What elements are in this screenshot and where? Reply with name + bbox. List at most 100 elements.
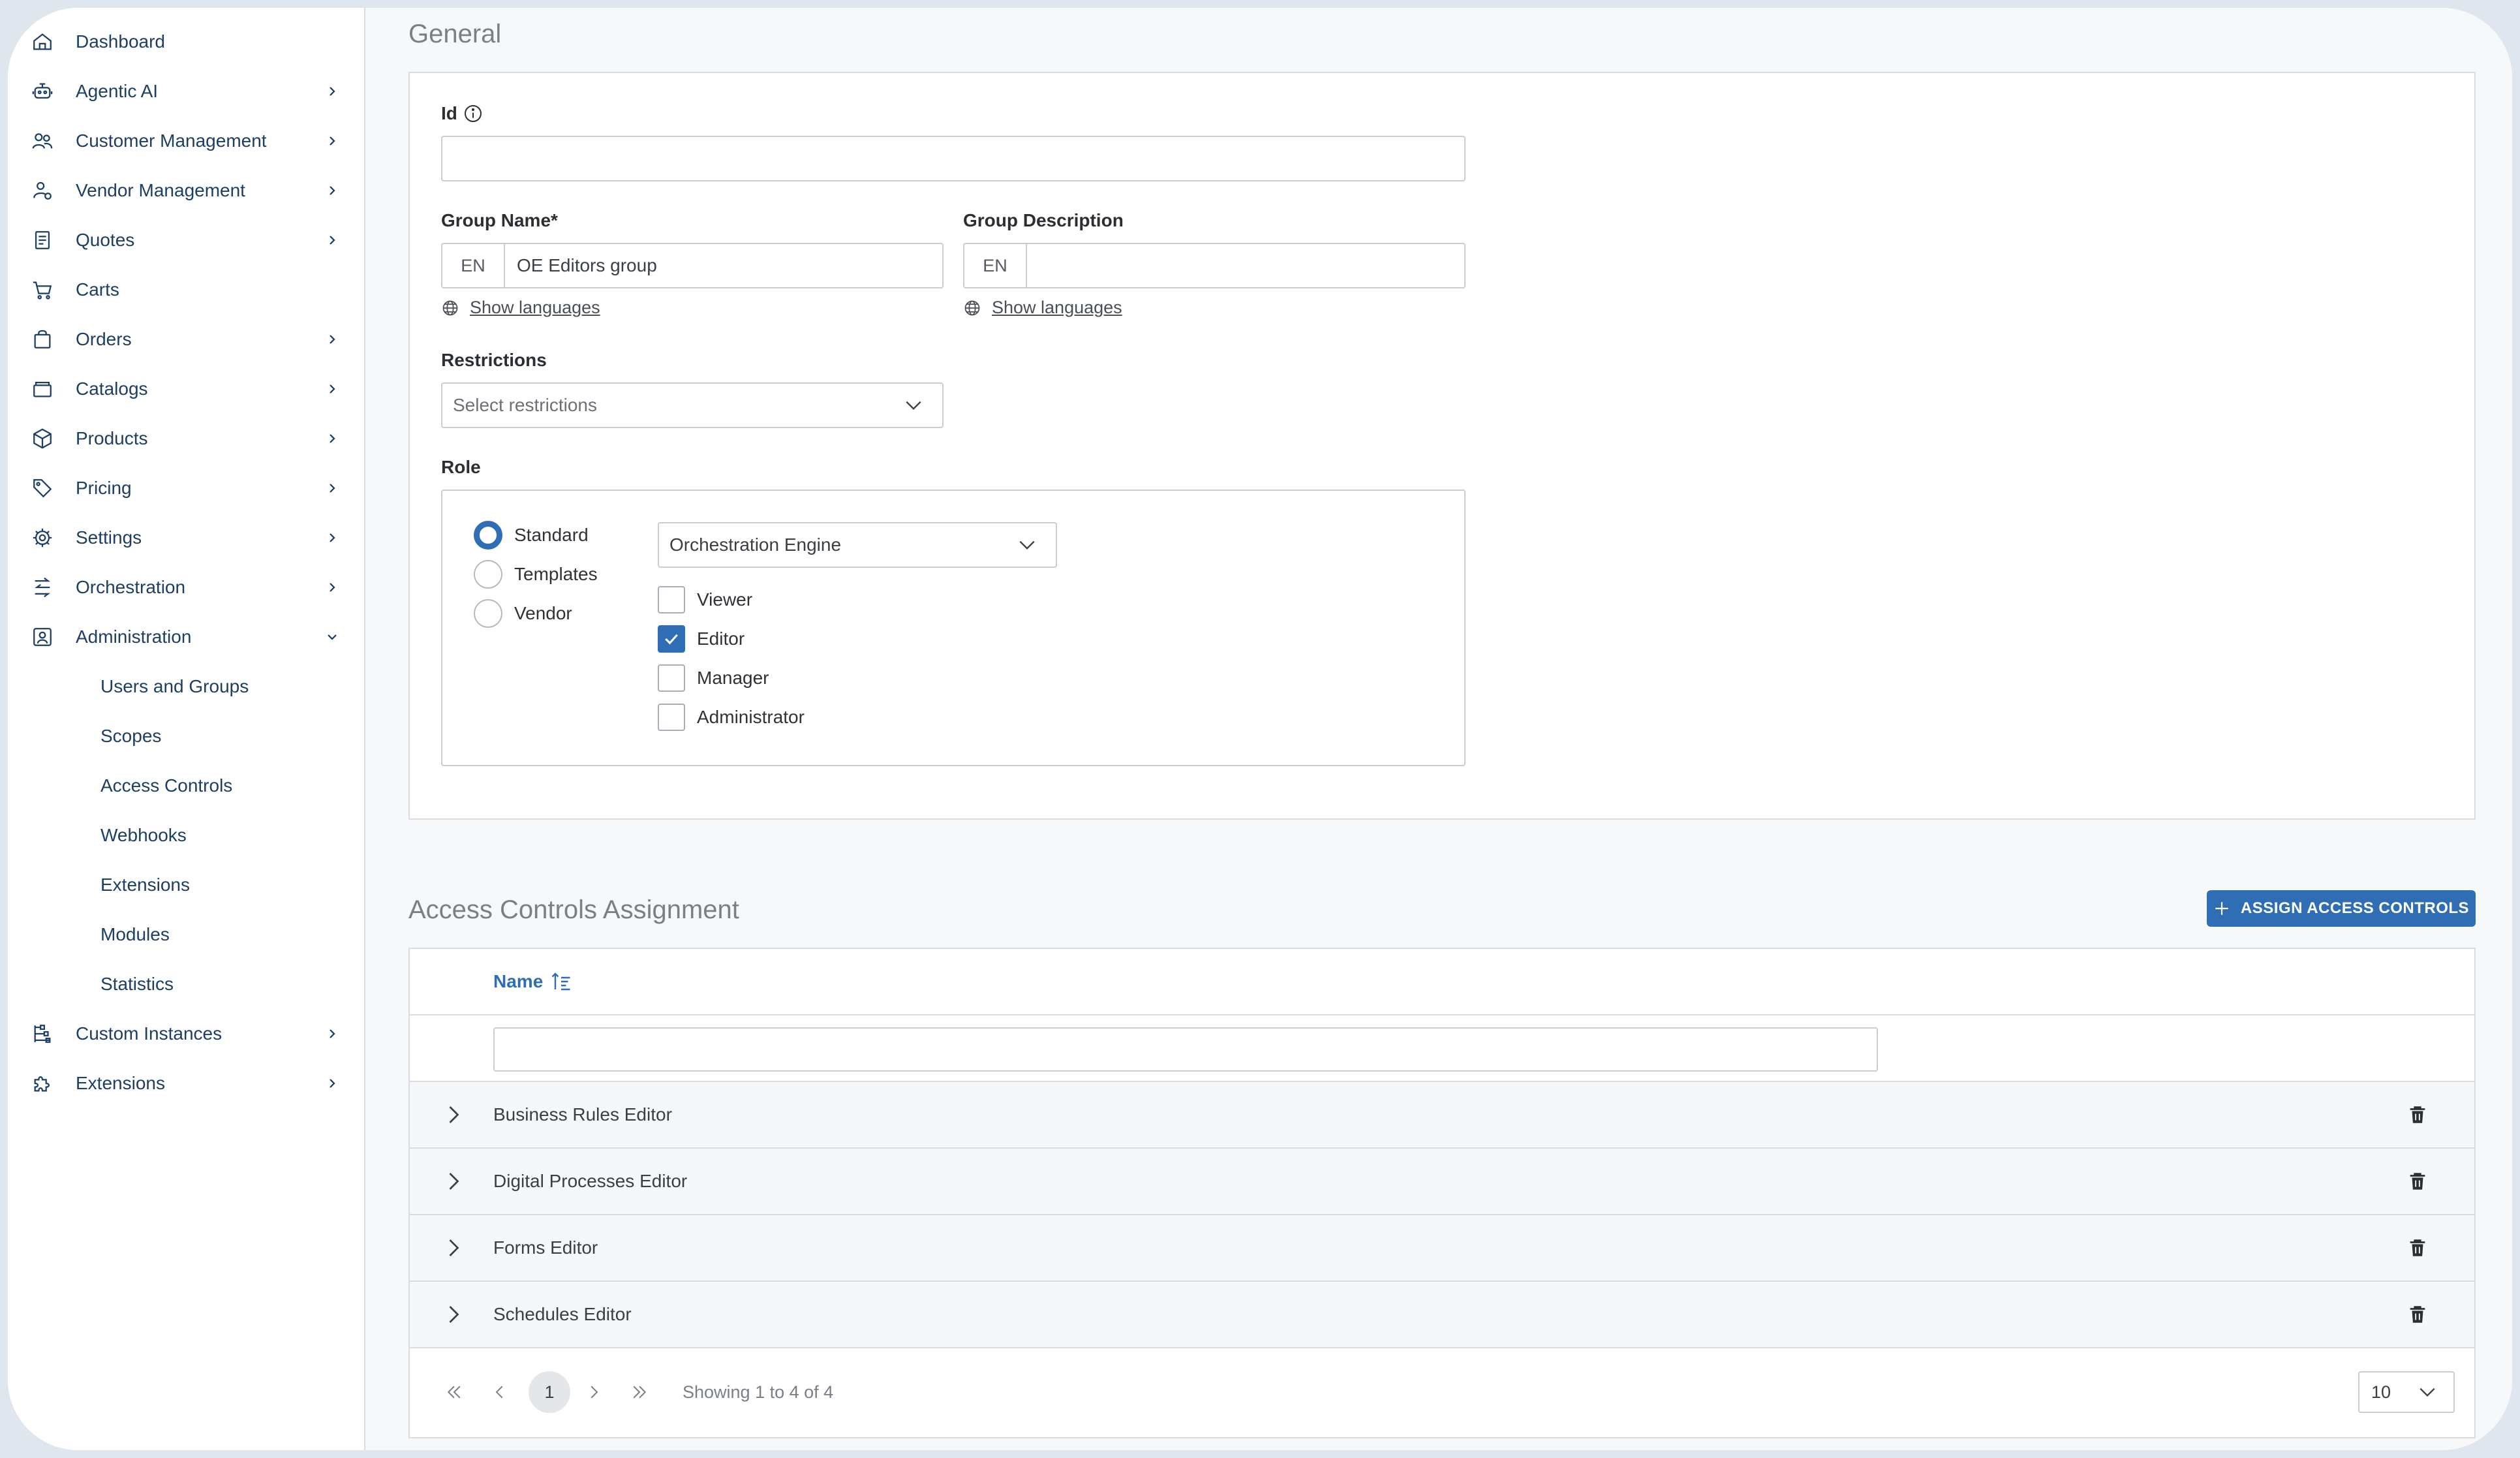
row-name: Schedules Editor [493, 1304, 632, 1324]
previous-page-icon[interactable] [487, 1379, 513, 1405]
table-header: Name [410, 949, 2474, 1016]
sidebar-item-quotes[interactable]: Quotes [8, 215, 364, 265]
sidebar-item-label: Administration [76, 627, 192, 647]
sidebar-item-label: Catalogs [76, 379, 148, 399]
table-row[interactable]: Business Rules Editor [410, 1082, 2474, 1149]
checkbox[interactable] [658, 625, 685, 653]
sidebar-subitem-statistics[interactable]: Statistics [8, 959, 364, 1009]
chevron-right-icon[interactable] [441, 1170, 465, 1193]
chevron-right-icon [325, 580, 339, 595]
chevron-right-icon[interactable] [441, 1103, 465, 1126]
radio-label: Vendor [514, 603, 572, 623]
chevron-right-icon[interactable] [441, 1236, 465, 1260]
sidebar-item-agentic-ai[interactable]: Agentic AI [8, 67, 364, 116]
sidebar-item-products[interactable]: Products [8, 414, 364, 463]
group-description-show-languages[interactable]: Show languages [963, 298, 1122, 318]
sidebar-item-label: Pricing [76, 478, 132, 498]
group-description-label: Group Description [963, 210, 1124, 230]
sidebar-item-extensions[interactable]: Extensions [8, 1059, 364, 1108]
sidebar-subitem-webhooks[interactable]: Webhooks [8, 811, 364, 860]
sidebar-item-carts[interactable]: Carts [8, 265, 364, 315]
trash-icon[interactable] [2406, 1104, 2429, 1126]
next-page-icon[interactable] [581, 1379, 607, 1405]
role-radio-standard[interactable]: Standard [474, 521, 589, 550]
chevron-right-icon[interactable] [441, 1303, 465, 1326]
page-size-select[interactable]: 10 [2358, 1371, 2455, 1413]
first-page-icon[interactable] [441, 1379, 467, 1405]
sidebar-item-orchestration[interactable]: Orchestration [8, 563, 364, 612]
trash-icon[interactable] [2406, 1237, 2429, 1259]
checkbox-label: Administrator [697, 707, 805, 727]
checkbox[interactable] [658, 664, 685, 692]
row-name: Digital Processes Editor [493, 1171, 688, 1191]
radio-button[interactable] [474, 599, 502, 628]
checkbox[interactable] [658, 704, 685, 731]
sidebar-item-label: Dashboard [76, 31, 165, 52]
sidebar-item-label: Carts [76, 279, 119, 300]
role-radio-templates[interactable]: Templates [474, 560, 598, 589]
restrictions-label: Restrictions [441, 350, 547, 370]
show-languages-link[interactable]: Show languages [992, 298, 1122, 318]
table-row[interactable]: Schedules Editor [410, 1282, 2474, 1348]
checkbox-label: Viewer [697, 589, 753, 610]
sidebar-item-orders[interactable]: Orders [8, 315, 364, 364]
column-header-name[interactable]: Name [493, 971, 543, 992]
sidebar-item-label: Extensions [76, 1073, 165, 1093]
checkbox[interactable] [658, 586, 685, 613]
radio-label: Standard [514, 525, 589, 545]
name-filter-input[interactable] [493, 1027, 1878, 1072]
info-icon[interactable] [463, 103, 484, 124]
current-page-button[interactable]: 1 [529, 1371, 570, 1413]
sidebar-item-label: Orders [76, 329, 132, 349]
permission-administrator[interactable]: Administrator [658, 704, 805, 731]
id-field-label: Id [441, 103, 484, 124]
radio-button[interactable] [474, 560, 502, 589]
vendor-icon [30, 178, 55, 203]
sidebar-item-dashboard[interactable]: Dashboard [8, 17, 364, 67]
trash-icon[interactable] [2406, 1170, 2429, 1192]
permission-manager[interactable]: Manager [658, 664, 769, 692]
plus-icon [2215, 902, 2228, 915]
sidebar-item-custom-instances[interactable]: Custom Instances [8, 1009, 364, 1059]
permission-editor[interactable]: Editor [658, 625, 745, 653]
sidebar-item-customer-management[interactable]: Customer Management [8, 116, 364, 166]
sidebar-subitem-extensions[interactable]: Extensions [8, 860, 364, 910]
sidebar-item-administration[interactable]: Administration [8, 612, 364, 662]
group-name-input[interactable]: EN OE Editors group [441, 243, 944, 288]
role-radio-vendor[interactable]: Vendor [474, 599, 572, 628]
sort-ascending-icon[interactable] [549, 970, 573, 993]
sidebar-subitem-users-and-groups[interactable]: Users and Groups [8, 662, 364, 711]
general-section-title: General [408, 20, 502, 48]
sidebar-item-vendor-management[interactable]: Vendor Management [8, 166, 364, 215]
sidebar-subitem-scopes[interactable]: Scopes [8, 711, 364, 761]
role-module-value: Orchestration Engine [669, 535, 842, 555]
sidebar-item-pricing[interactable]: Pricing [8, 463, 364, 513]
pagination: 1 Showing 1 to 4 of 4 10 [410, 1347, 2474, 1437]
radio-button[interactable] [474, 521, 502, 550]
restrictions-select[interactable]: Select restrictions [441, 382, 944, 428]
show-languages-link[interactable]: Show languages [470, 298, 600, 318]
checkmark-icon [665, 634, 678, 645]
last-page-icon[interactable] [626, 1379, 653, 1405]
checkbox-label: Editor [697, 628, 745, 649]
id-input[interactable] [441, 136, 1466, 181]
sidebar-item-label: Products [76, 428, 148, 448]
permission-viewer[interactable]: Viewer [658, 586, 752, 613]
table-row[interactable]: Forms Editor [410, 1215, 2474, 1282]
group-description-input[interactable]: EN [963, 243, 1466, 288]
role-module-select[interactable]: Orchestration Engine [658, 522, 1057, 568]
sidebar-subitem-access-controls[interactable]: Access Controls [8, 761, 364, 811]
group-name-show-languages[interactable]: Show languages [441, 298, 600, 318]
table-row[interactable]: Digital Processes Editor [410, 1149, 2474, 1215]
group-name-lang-prefix: EN [442, 244, 505, 287]
sidebar-item-settings[interactable]: Settings [8, 513, 364, 563]
access-controls-table: Name Business Rules Editor Digital Proce… [408, 948, 2476, 1438]
assign-access-controls-button[interactable]: ASSIGN ACCESS CONTROLS [2207, 890, 2476, 927]
trash-icon[interactable] [2406, 1303, 2429, 1326]
sidebar-item-catalogs[interactable]: Catalogs [8, 364, 364, 414]
chevron-right-icon [325, 481, 339, 495]
sidebar-item-label: Quotes [76, 230, 135, 250]
assign-button-label: ASSIGN ACCESS CONTROLS [2240, 899, 2470, 917]
cart-icon [30, 277, 55, 302]
sidebar-subitem-modules[interactable]: Modules [8, 910, 364, 959]
